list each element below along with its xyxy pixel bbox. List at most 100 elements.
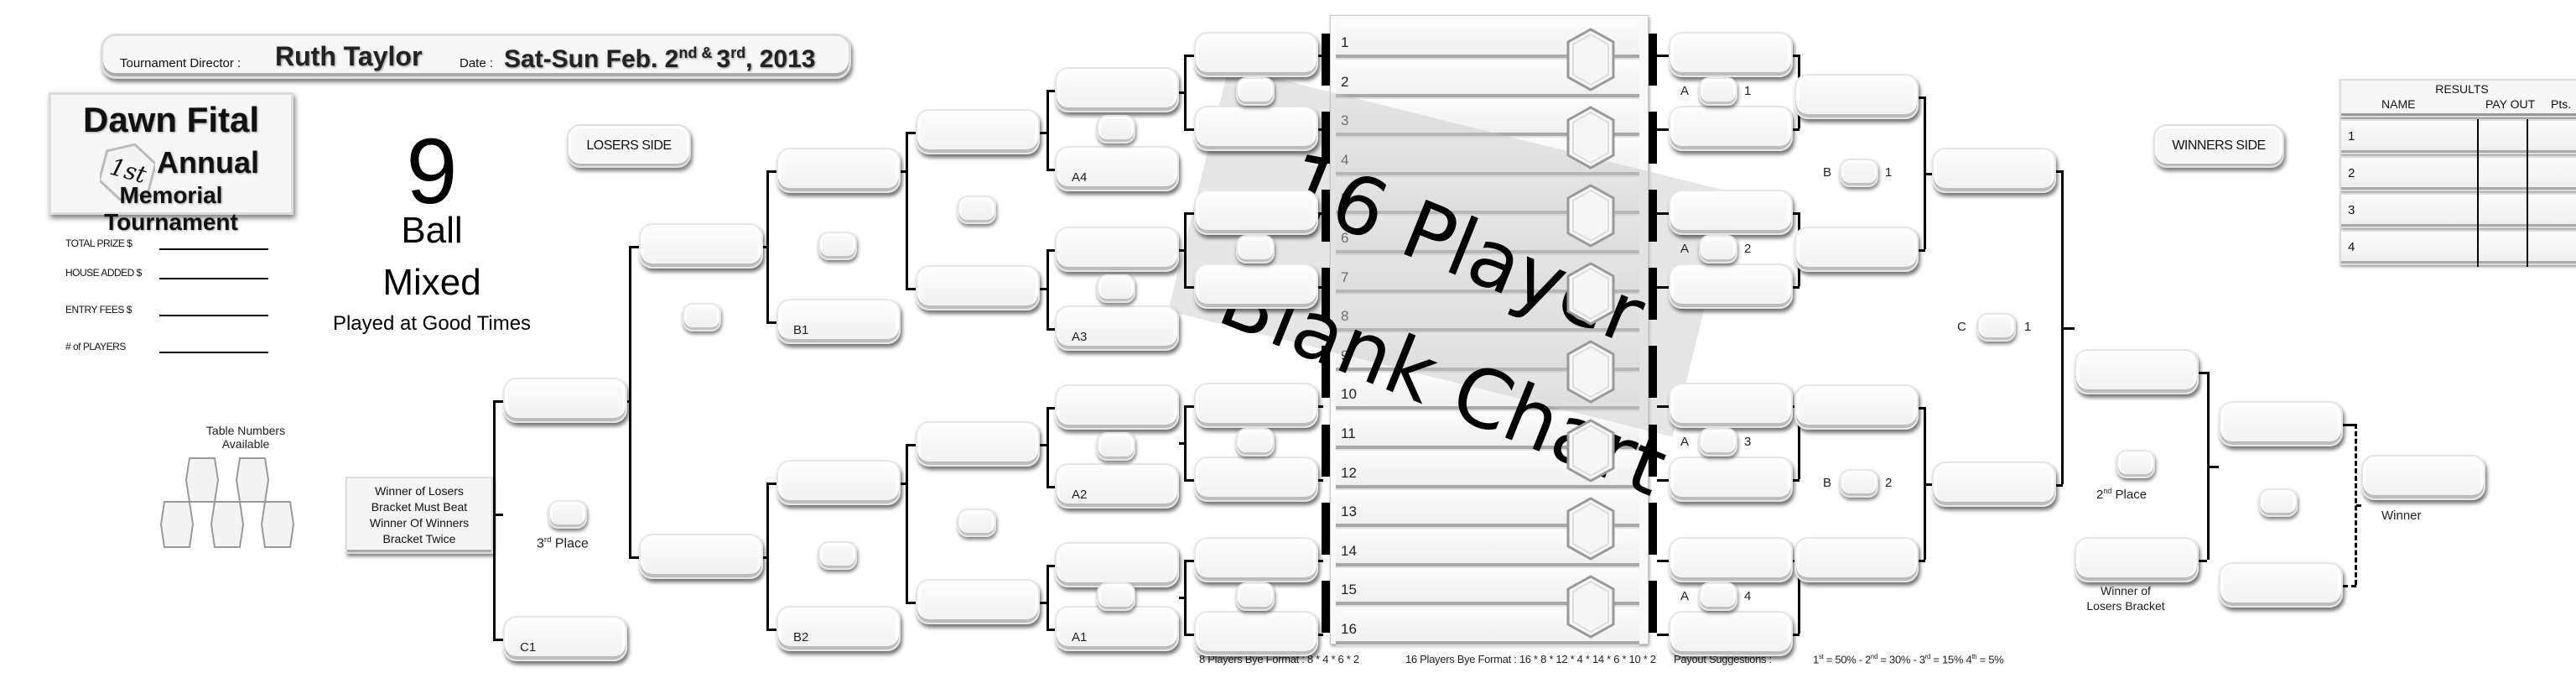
winners-round1-slot[interactable]	[1669, 263, 1793, 309]
losers-round5-slot[interactable]	[639, 223, 763, 269]
losers-round5-score[interactable]	[683, 303, 721, 331]
losers-round1-score[interactable]	[1236, 235, 1275, 263]
results-row[interactable]: 3	[2340, 193, 2576, 228]
if-necessary-dashed-line	[2343, 585, 2356, 587]
losers-round5-slot[interactable]	[639, 534, 763, 579]
third-place-score[interactable]	[548, 500, 587, 529]
final-slot-2[interactable]	[2219, 562, 2343, 608]
results-row[interactable]: 4	[2340, 230, 2576, 265]
entry-fees-field[interactable]	[159, 315, 268, 316]
losers-round1-score[interactable]	[1236, 428, 1275, 456]
winners-round1-slot[interactable]	[1669, 537, 1793, 582]
winners-round1-slot[interactable]	[1669, 106, 1793, 151]
winners-round1-score[interactable]	[1699, 77, 1737, 106]
losers-round2-slot[interactable]	[1055, 542, 1179, 587]
winners-round1-score[interactable]	[1699, 235, 1737, 263]
winners-round2-slot[interactable]	[1794, 74, 1919, 119]
slot-label: B1	[793, 323, 809, 337]
winners-round2-slot[interactable]	[1794, 384, 1919, 430]
losers-final-slot[interactable]	[503, 378, 627, 423]
losers-round4-slot[interactable]: B2	[776, 606, 901, 651]
winners-round1-score[interactable]	[1699, 582, 1737, 611]
losers-round2-slot[interactable]	[1055, 67, 1179, 112]
table-hexagon-icon[interactable]	[1565, 183, 1617, 248]
bye-format-16: 16 Players Bye Format : 16 * 8 * 12 * 4 …	[1405, 653, 1656, 665]
winners-round2-slot[interactable]	[1794, 537, 1919, 582]
losers-round4-score[interactable]	[818, 541, 857, 570]
date-value[interactable]: Sat-Sun Feb. 2nd & 3rd, 2013	[504, 44, 815, 74]
results-table: RESULTS NAME PAY OUT Pts. 1 2 3 4	[2340, 79, 2576, 280]
losers-round4-score[interactable]	[818, 232, 857, 260]
losers-round3-slot[interactable]	[916, 579, 1040, 624]
winners-round2-score[interactable]	[1840, 159, 1878, 187]
losers-round2-slot[interactable]: A3	[1055, 305, 1179, 351]
winners-round1-score[interactable]	[1699, 428, 1737, 456]
losers-round3-slot[interactable]	[916, 265, 1040, 310]
losers-round1-slot[interactable]	[1194, 611, 1318, 656]
losers-round1-slot[interactable]	[1194, 383, 1318, 428]
table-hexagon-icon[interactable]	[1565, 105, 1617, 170]
num-players-field[interactable]	[159, 352, 268, 353]
losers-round2-slot[interactable]: A2	[1055, 463, 1179, 509]
table-hexagon-icon[interactable]	[1565, 496, 1617, 561]
bracket-line	[2056, 484, 2063, 487]
final-slot-1[interactable]	[2219, 401, 2343, 446]
losers-round1-slot[interactable]	[1194, 190, 1318, 235]
losers-round2-score[interactable]	[1097, 274, 1135, 303]
results-row[interactable]: 2	[2340, 156, 2576, 191]
final-score[interactable]	[2259, 488, 2298, 517]
losers-round3-slot[interactable]	[916, 421, 1040, 467]
losers-round1-slot[interactable]	[1194, 456, 1318, 502]
losers-round2-slot[interactable]	[1055, 227, 1179, 272]
match-tick-left	[1322, 111, 1330, 164]
losers-round3-slot[interactable]	[916, 109, 1040, 154]
winners-round1-slot[interactable]	[1669, 456, 1793, 502]
losers-c1-slot[interactable]: C1	[503, 616, 627, 661]
slot-label: B2	[793, 630, 809, 644]
winners-round2-score[interactable]	[1840, 469, 1878, 498]
losers-round1-score[interactable]	[1236, 582, 1275, 611]
match-tick-right	[1649, 581, 1657, 633]
losers-round3-score[interactable]	[958, 509, 996, 537]
losers-round1-slot[interactable]	[1194, 32, 1318, 77]
losers-round1-slot[interactable]	[1194, 106, 1318, 151]
losers-round1-slot[interactable]	[1194, 263, 1318, 309]
losers-round4-slot[interactable]	[776, 460, 901, 505]
winner-of-losers-slot[interactable]	[2075, 537, 2199, 582]
losers-round1-slot[interactable]	[1194, 537, 1318, 582]
table-hexagon-icon[interactable]	[1565, 418, 1617, 483]
total-prize-field[interactable]	[159, 248, 268, 250]
winners-side-button[interactable]: WINNERS SIDE	[2153, 124, 2284, 168]
second-place-score[interactable]	[2116, 450, 2155, 478]
losers-side-button[interactable]: LOSERS SIDE	[567, 124, 691, 168]
losers-round2-score[interactable]	[1097, 582, 1135, 611]
winners-round2-slot[interactable]	[1794, 227, 1919, 272]
losers-round1-score[interactable]	[1236, 77, 1275, 106]
losers-round3-score[interactable]	[958, 196, 996, 224]
table-numbers-line: Available	[221, 437, 270, 451]
losers-round2-score[interactable]	[1097, 432, 1135, 461]
losers-round2-score[interactable]	[1097, 115, 1135, 143]
payout-n: 2	[1865, 653, 1872, 666]
winners-round3-score[interactable]	[1977, 313, 2016, 342]
winners-final-slot[interactable]	[2075, 349, 2199, 394]
losers-round4-slot[interactable]	[776, 148, 901, 193]
champion-slot[interactable]	[2361, 455, 2485, 500]
table-hexagon-icon[interactable]	[1565, 261, 1617, 326]
results-row[interactable]: 1	[2340, 119, 2576, 154]
table-hexagon-icon[interactable]	[1565, 574, 1617, 639]
losers-round2-slot[interactable]: A1	[1055, 606, 1179, 651]
winners-round1-slot[interactable]	[1669, 190, 1793, 235]
winners-round3-slot[interactable]	[1932, 148, 2056, 193]
winners-round1-slot[interactable]	[1669, 383, 1793, 428]
losers-round2-slot[interactable]	[1055, 384, 1179, 430]
director-name[interactable]: Ruth Taylor	[275, 41, 422, 72]
winners-round1-slot[interactable]	[1669, 611, 1793, 656]
winners-round1-slot[interactable]	[1669, 32, 1793, 77]
losers-round2-slot[interactable]: A4	[1055, 146, 1179, 191]
table-hexagon-icon[interactable]	[1565, 27, 1617, 92]
winners-round3-slot[interactable]	[1932, 462, 2056, 507]
house-added-field[interactable]	[159, 278, 268, 279]
table-hexagon-icon[interactable]	[1565, 339, 1617, 404]
losers-round4-slot[interactable]: B1	[776, 299, 901, 344]
